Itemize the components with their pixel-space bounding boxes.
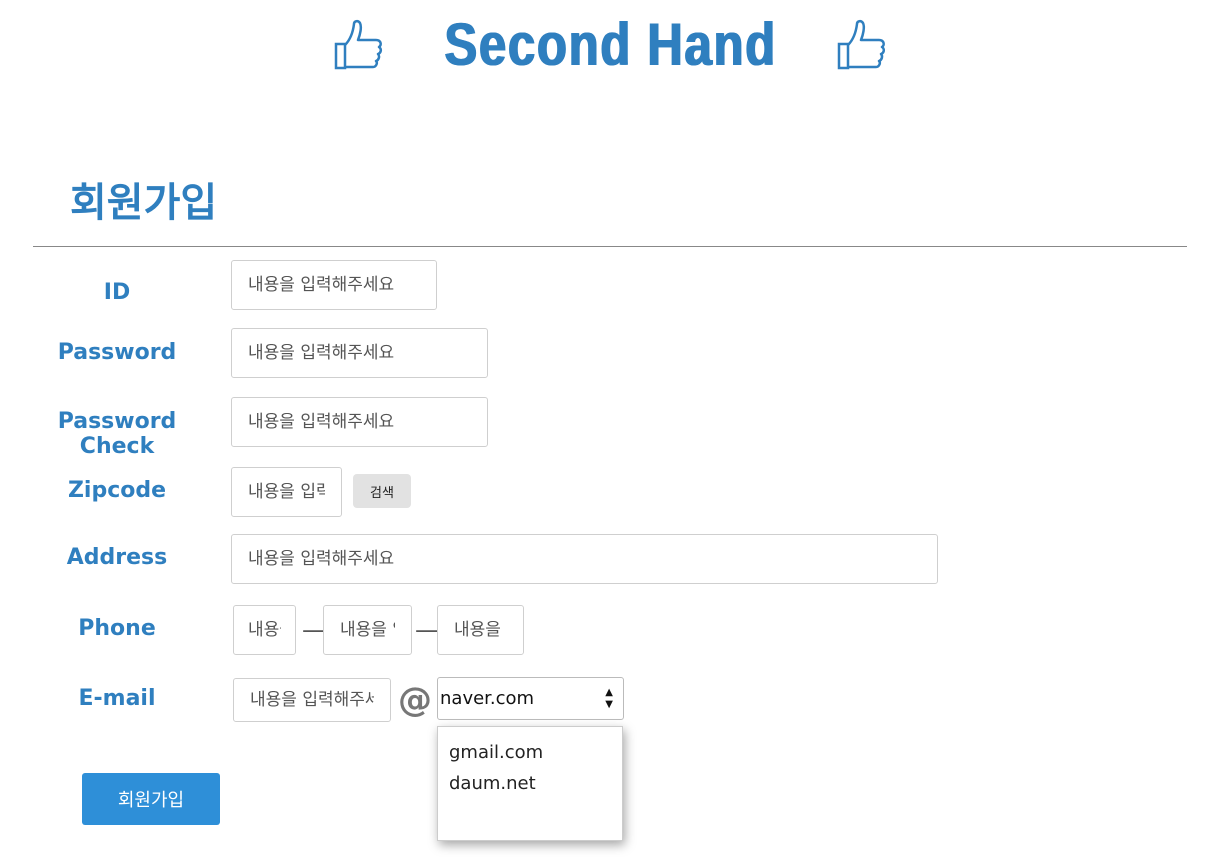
email-local-input[interactable] bbox=[233, 678, 391, 722]
page-title: 회원가입 bbox=[70, 180, 218, 226]
id-input[interactable] bbox=[231, 260, 437, 310]
title-divider bbox=[33, 246, 1187, 247]
password-input[interactable] bbox=[231, 328, 488, 378]
site-logo[interactable]: Second Hand bbox=[0, 12, 1221, 78]
logo-title: Second Hand bbox=[444, 11, 777, 78]
zipcode-search-button[interactable]: 검색 bbox=[353, 474, 411, 508]
dropdown-option[interactable]: gmail.com bbox=[438, 737, 622, 768]
phone-part2-input[interactable] bbox=[323, 605, 412, 655]
email-label: E-mail bbox=[78, 686, 156, 711]
address-input[interactable] bbox=[231, 534, 938, 584]
id-label: ID bbox=[103, 280, 131, 305]
select-arrows-icon: ▲ ▼ bbox=[605, 687, 613, 710]
phone-label: Phone bbox=[78, 616, 156, 641]
phone-part3-input[interactable] bbox=[437, 605, 524, 655]
thumbs-up-icon bbox=[837, 19, 886, 70]
signup-submit-button[interactable]: 회원가입 bbox=[82, 773, 220, 825]
zipcode-input[interactable] bbox=[231, 467, 342, 517]
address-label: Address bbox=[66, 545, 168, 570]
phone-separator: — bbox=[415, 616, 439, 644]
password-check-label: Password Check bbox=[57, 409, 177, 459]
email-domain-select[interactable]: naver.com ▲ ▼ bbox=[437, 677, 624, 720]
password-check-input[interactable] bbox=[231, 397, 488, 447]
at-sign: @ bbox=[398, 680, 432, 720]
thumbs-up-icon bbox=[334, 19, 382, 70]
password-label: Password bbox=[57, 340, 177, 365]
dropdown-option[interactable]: daum.net bbox=[438, 768, 622, 799]
zipcode-label: Zipcode bbox=[67, 478, 167, 503]
phone-part1-input[interactable] bbox=[233, 605, 296, 655]
email-domain-dropdown: gmail.com daum.net bbox=[437, 726, 623, 841]
email-domain-selected: naver.com bbox=[440, 688, 535, 709]
